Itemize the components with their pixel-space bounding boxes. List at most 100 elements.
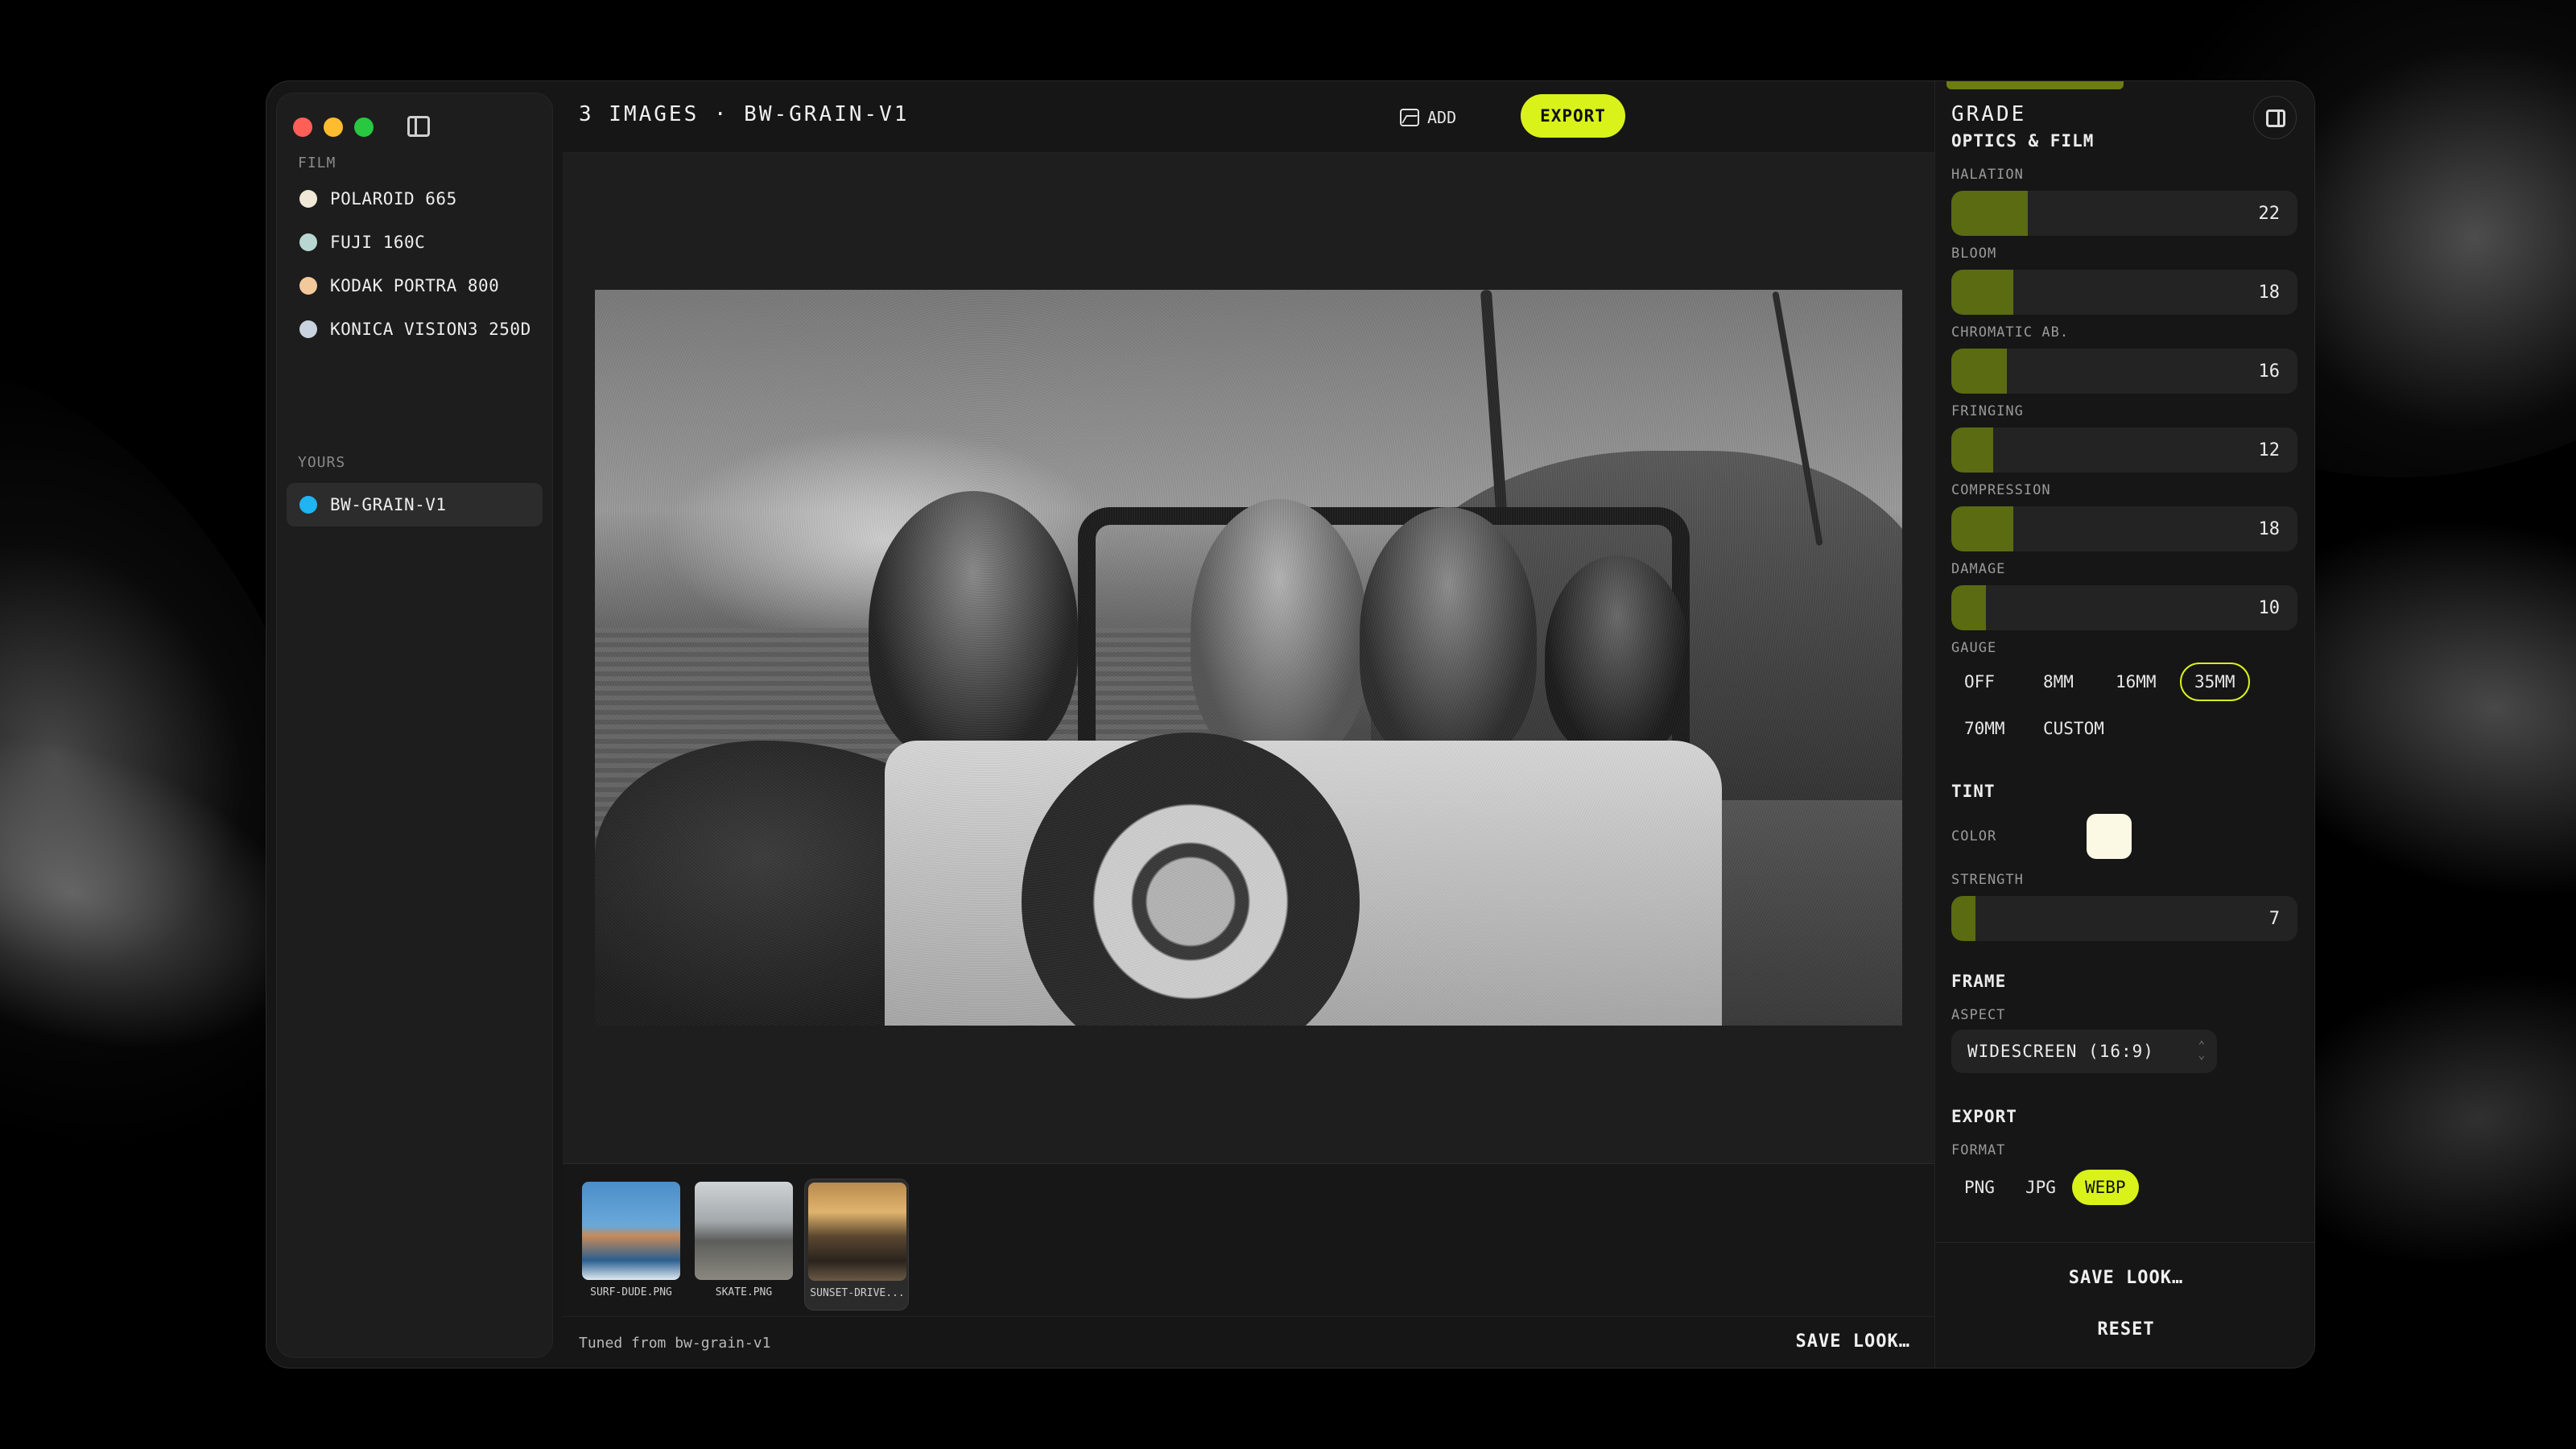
gauge-option-custom[interactable]: CUSTOM bbox=[2030, 709, 2117, 748]
reset-button[interactable]: RESET bbox=[1935, 1319, 2314, 1340]
app-window: FILM POLAROID 665 FUJI 160C KODAK PORTRA… bbox=[266, 80, 2315, 1368]
slider-value: 22 bbox=[2258, 204, 2281, 224]
thumbnail-image bbox=[808, 1183, 906, 1281]
compression-slider[interactable]: 18 bbox=[1951, 506, 2297, 551]
add-image-button[interactable]: ADD bbox=[1400, 101, 1456, 134]
save-look-button[interactable]: SAVE LOOK… bbox=[1796, 1331, 1910, 1352]
film-item-fuji-160c[interactable]: FUJI 160C bbox=[287, 221, 543, 264]
film-swatch bbox=[299, 496, 317, 514]
add-image-label: ADD bbox=[1427, 108, 1457, 127]
select-chevron-icon: ⌃ ⌄ bbox=[2198, 1039, 2206, 1062]
close-window-button[interactable] bbox=[293, 118, 312, 137]
film-swatch bbox=[299, 277, 317, 295]
halation-label: HALATION bbox=[1951, 167, 2024, 183]
strength-label: STRENGTH bbox=[1951, 872, 2024, 888]
chromatic-ab-slider[interactable]: 16 bbox=[1951, 349, 2297, 394]
thumbnail-sunset-drive[interactable]: SUNSET-DRIVE... bbox=[804, 1179, 909, 1311]
thumbnail-skate[interactable]: SKATE.PNG bbox=[691, 1179, 796, 1311]
thumbnail-caption: SUNSET-DRIVE... bbox=[810, 1287, 905, 1299]
halation-slider[interactable]: 22 bbox=[1951, 191, 2297, 236]
gauge-option-16mm[interactable]: 16MM bbox=[2103, 663, 2169, 701]
format-option-jpg[interactable]: JPG bbox=[2013, 1170, 2069, 1205]
slider-fill bbox=[1951, 585, 1986, 630]
slider-value: 12 bbox=[2258, 440, 2281, 460]
gauge-option-8mm[interactable]: 8MM bbox=[2030, 663, 2087, 701]
aspect-select[interactable]: WIDESCREEN (16:9) ⌃ ⌄ bbox=[1951, 1030, 2217, 1073]
aspect-select-value: WIDESCREEN (16:9) bbox=[1967, 1042, 2154, 1061]
strength-slider[interactable]: 7 bbox=[1951, 896, 2297, 941]
tint-color-swatch[interactable] bbox=[2087, 814, 2132, 859]
panel-save-look-button[interactable]: SAVE LOOK… bbox=[1935, 1268, 2314, 1288]
add-image-icon bbox=[1400, 109, 1419, 126]
slider-value: 10 bbox=[2258, 598, 2281, 618]
damage-label: DAMAGE bbox=[1951, 561, 2006, 577]
thumbnail-surf-dude[interactable]: SURF-DUDE.PNG bbox=[579, 1179, 683, 1311]
film-item-bw-grain-v1[interactable]: BW-GRAIN-V1 bbox=[287, 483, 543, 526]
zoom-window-button[interactable] bbox=[354, 118, 374, 137]
fringing-slider[interactable]: 12 bbox=[1951, 427, 2297, 473]
bloom-label: BLOOM bbox=[1951, 246, 1997, 262]
traffic-lights bbox=[293, 118, 374, 137]
editor-main: 3 IMAGES · BW-GRAIN-V1 ADD EXPORT SURF-D… bbox=[563, 81, 1934, 1368]
slider-value: 18 bbox=[2258, 519, 2281, 539]
tint-color-label: COLOR bbox=[1951, 828, 1997, 844]
page-title: 3 IMAGES · BW-GRAIN-V1 bbox=[579, 102, 910, 126]
format-option-png[interactable]: PNG bbox=[1951, 1170, 2008, 1205]
film-item-label: POLAROID 665 bbox=[330, 189, 457, 208]
film-item-konica-vision3-250d[interactable]: KONICA VISION3 250D bbox=[287, 308, 543, 351]
format-option-webp[interactable]: WEBP bbox=[2072, 1170, 2139, 1205]
panel-toggle-icon[interactable] bbox=[2253, 96, 2297, 139]
slider-fill bbox=[1951, 349, 2007, 394]
film-item-kodak-portra-800[interactable]: KODAK PORTRA 800 bbox=[287, 264, 543, 308]
image-canvas bbox=[563, 152, 1934, 1163]
sidebar-toggle-icon[interactable] bbox=[407, 116, 430, 137]
film-item-polaroid-665[interactable]: POLAROID 665 bbox=[287, 177, 543, 221]
film-item-label: FUJI 160C bbox=[330, 233, 426, 252]
preview-image[interactable] bbox=[595, 290, 1902, 1026]
damage-slider[interactable]: 10 bbox=[1951, 585, 2297, 630]
slider-value: 7 bbox=[2268, 909, 2280, 929]
panel-accent-bar bbox=[1946, 81, 2124, 89]
thumbnail-caption: SURF-DUDE.PNG bbox=[590, 1286, 672, 1298]
slider-fill bbox=[1951, 506, 2014, 551]
gauge-label: GAUGE bbox=[1951, 640, 1997, 656]
panel-divider bbox=[1935, 1242, 2314, 1243]
film-swatch bbox=[299, 233, 317, 251]
slider-fill bbox=[1951, 191, 2028, 236]
export-button[interactable]: EXPORT bbox=[1521, 94, 1625, 138]
filmstrip: SURF-DUDE.PNG SKATE.PNG SUNSET-DRIVE... bbox=[563, 1163, 1934, 1316]
tint-title: TINT bbox=[1951, 782, 1996, 801]
gauge-option-70mm[interactable]: 70MM bbox=[1951, 709, 2018, 748]
status-text: Tuned from bw-grain-v1 bbox=[579, 1335, 771, 1352]
format-label: FORMAT bbox=[1951, 1142, 2006, 1158]
status-bar: Tuned from bw-grain-v1 SAVE LOOK… bbox=[563, 1316, 1934, 1368]
slider-value: 16 bbox=[2258, 361, 2281, 382]
thumbnail-caption: SKATE.PNG bbox=[715, 1286, 773, 1298]
editor-toolbar: 3 IMAGES · BW-GRAIN-V1 ADD EXPORT bbox=[563, 81, 1934, 152]
slider-value: 18 bbox=[2258, 283, 2281, 303]
aspect-label: ASPECT bbox=[1951, 1007, 2006, 1023]
thumbnail-image bbox=[582, 1182, 680, 1280]
film-swatch bbox=[299, 320, 317, 338]
optics-film-title: OPTICS & FILM bbox=[1951, 131, 2095, 151]
bloom-slider[interactable]: 18 bbox=[1951, 270, 2297, 315]
film-grain-overlay bbox=[595, 290, 1902, 1026]
film-swatch bbox=[299, 190, 317, 208]
minimize-window-button[interactable] bbox=[324, 118, 343, 137]
grade-panel: GRADE OPTICS & FILM HALATION 22 BLOOM 18… bbox=[1934, 81, 2314, 1368]
film-list: POLAROID 665 FUJI 160C KODAK PORTRA 800 … bbox=[287, 177, 543, 351]
panel-title: GRADE bbox=[1951, 102, 2027, 126]
frame-title: FRAME bbox=[1951, 972, 2007, 991]
fringing-label: FRINGING bbox=[1951, 403, 2024, 419]
film-sidebar: FILM POLAROID 665 FUJI 160C KODAK PORTRA… bbox=[276, 93, 553, 1358]
yours-section-label: YOURS bbox=[298, 454, 346, 471]
gauge-option-off[interactable]: OFF bbox=[1951, 663, 2008, 701]
chromatic-ab-label: CHROMATIC AB. bbox=[1951, 324, 2070, 341]
film-section-label: FILM bbox=[298, 155, 336, 171]
gauge-option-35mm[interactable]: 35MM bbox=[2180, 663, 2250, 701]
slider-fill bbox=[1951, 427, 1993, 473]
export-title: EXPORT bbox=[1951, 1107, 2017, 1126]
film-item-label: BW-GRAIN-V1 bbox=[330, 495, 447, 514]
slider-fill bbox=[1951, 270, 2014, 315]
slider-fill bbox=[1951, 896, 1976, 941]
